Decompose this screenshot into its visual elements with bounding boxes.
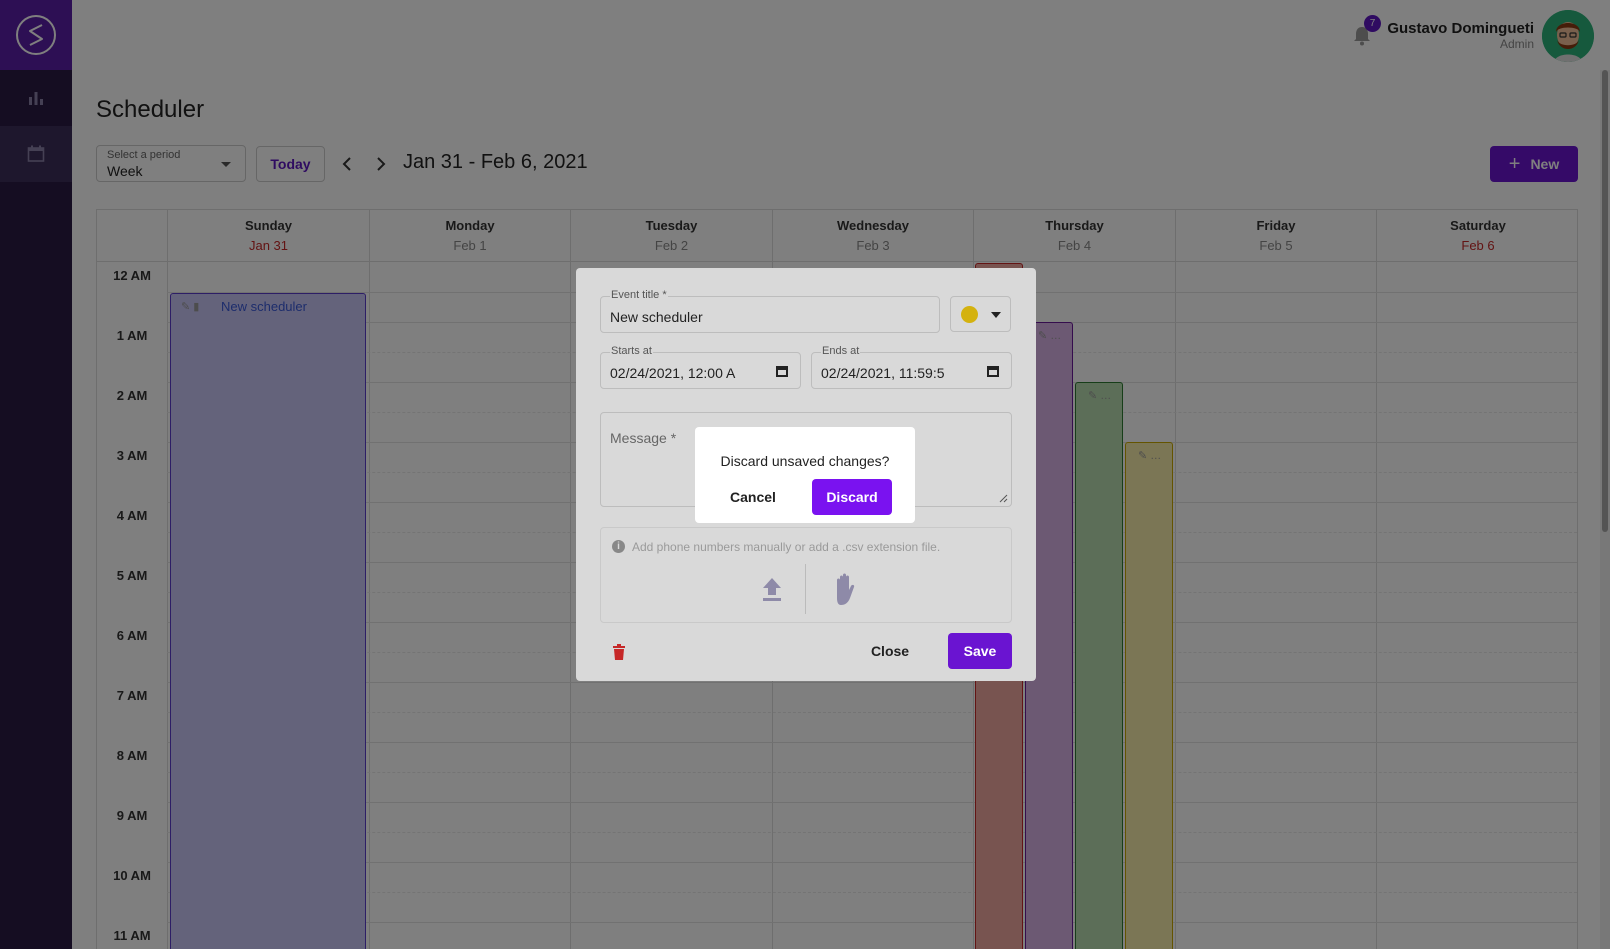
close-button[interactable]: Close [859,633,921,669]
ends-at-label: Ends at [821,345,861,357]
phone-numbers-box: i Add phone numbers manually or add a .c… [600,527,1012,623]
event-title-label: Event title * [610,289,668,301]
phone-hint: Add phone numbers manually or add a .csv… [632,540,941,554]
upload-icon[interactable] [761,576,783,602]
calendar-picker-icon[interactable] [776,366,788,377]
event-title-value: New scheduler [610,309,703,325]
starts-at-field[interactable]: Starts at 02/24/2021, 12:00 A [600,345,801,389]
color-swatch [961,306,978,323]
hand-icon[interactable] [829,572,861,606]
phone-box-divider [805,564,806,614]
starts-at-value: 02/24/2021, 12:00 A [610,365,736,381]
discard-button[interactable]: Discard [812,479,892,515]
event-title-field[interactable]: Event title * New scheduler [600,289,940,333]
info-icon: i [612,540,625,553]
ends-at-field[interactable]: Ends at 02/24/2021, 11:59:5 [811,345,1012,389]
calendar-picker-icon[interactable] [987,366,999,377]
starts-at-label: Starts at [610,345,653,357]
discard-confirm-dialog: Discard unsaved changes? Cancel Discard [695,427,915,523]
chevron-down-icon [991,312,1001,318]
save-button[interactable]: Save [948,633,1012,669]
color-picker-button[interactable] [950,296,1011,332]
delete-icon[interactable] [612,644,626,660]
cancel-button[interactable]: Cancel [722,479,784,515]
message-placeholder: Message * [610,430,677,446]
resize-handle-icon[interactable] [999,494,1008,503]
confirm-question: Discard unsaved changes? [720,453,890,469]
ends-at-value: 02/24/2021, 11:59:5 [821,365,945,381]
